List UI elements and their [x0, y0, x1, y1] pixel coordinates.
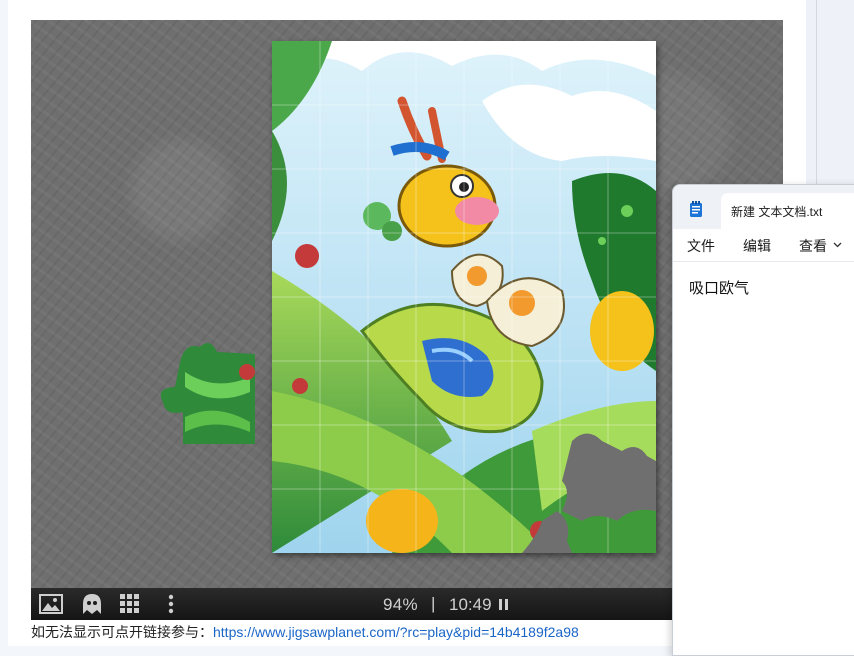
puzzle-link[interactable]: https://www.jigsawplanet.com/?rc=play&pi…: [213, 624, 579, 640]
notepad-app-icon: [690, 201, 702, 217]
strip-divider: [816, 0, 817, 185]
notepad-tab-title: 新建 文本文档.txt: [731, 205, 823, 219]
grid-icon[interactable]: [117, 592, 143, 616]
footer-text: 如无法显示可点开链接参与：https://www.jigsawplanet.co…: [31, 622, 579, 642]
menu-edit[interactable]: 编辑: [743, 236, 771, 256]
loose-puzzle-piece[interactable]: [155, 332, 255, 444]
menu-file[interactable]: 文件: [687, 236, 715, 256]
chevron-down-icon[interactable]: [833, 242, 842, 248]
menu-view[interactable]: 查看: [799, 236, 827, 256]
notepad-menubar: 文件 编辑 查看: [673, 229, 854, 262]
pause-icon[interactable]: [499, 599, 509, 611]
toolbar-separator: |: [431, 594, 436, 613]
notepad-window: 新建 文本文档.txt 文件 编辑 查看 吸口欧气: [672, 184, 854, 656]
ghost-icon[interactable]: [79, 592, 105, 616]
progress-percent: 94%: [383, 595, 418, 614]
more-icon[interactable]: [158, 592, 184, 616]
timer-readout: 10:49: [449, 595, 492, 614]
puzzle-toolbar: 94% | 10:49: [31, 588, 672, 620]
notepad-text-content[interactable]: 吸口欧气: [689, 277, 749, 298]
image-icon[interactable]: [38, 592, 64, 616]
notepad-titlebar: 新建 文本文档.txt: [673, 185, 854, 229]
puzzle-image[interactable]: [272, 41, 656, 553]
footer-prefix: 如无法显示可点开链接参与：: [31, 624, 213, 640]
puzzle-board[interactable]: [31, 20, 783, 588]
notepad-tab[interactable]: 新建 文本文档.txt: [721, 193, 854, 229]
